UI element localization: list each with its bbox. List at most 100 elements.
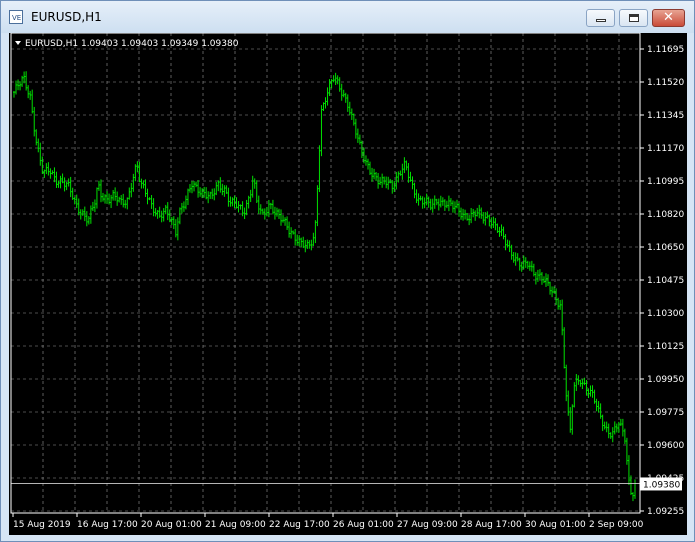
price-bar (623, 428, 626, 445)
price-bar (595, 398, 598, 412)
price-bar (146, 188, 149, 205)
price-bar (59, 175, 62, 189)
price-bar (551, 286, 554, 298)
price-bar (494, 218, 497, 231)
price-bar (490, 217, 493, 229)
price-bar (423, 197, 426, 209)
price-bar (114, 187, 117, 201)
price-bar (37, 138, 40, 153)
price-bar (128, 187, 131, 200)
price-bar (542, 276, 545, 284)
price-bar (120, 195, 123, 205)
price-bar (579, 379, 582, 387)
close-button[interactable]: ✕ (652, 9, 685, 27)
price-bar (555, 288, 558, 305)
minimize-icon (596, 19, 606, 22)
y-tick-label: 1.11520 (647, 78, 684, 88)
x-tick-label: 2 Sep 09:00 (589, 520, 644, 530)
price-bar (316, 185, 319, 227)
price-bar (591, 385, 594, 398)
price-bar (464, 209, 467, 220)
price-bar (148, 197, 151, 201)
price-bar (565, 364, 568, 402)
price-bar (559, 299, 562, 310)
price-bar (449, 198, 452, 207)
price-bar (57, 180, 60, 188)
price-bar (427, 196, 430, 208)
price-bar (91, 201, 94, 212)
price-bar (371, 167, 374, 182)
price-bar (615, 423, 618, 433)
price-bar (587, 388, 590, 399)
price-bar (277, 208, 280, 219)
chart-canvas[interactable]: EURUSD,H1 1.09403 1.09403 1.09349 1.0938… (9, 33, 687, 535)
price-bar (431, 198, 434, 213)
dropdown-triangle-icon[interactable] (15, 41, 21, 45)
minimize-button[interactable] (586, 9, 615, 27)
price-bar (429, 198, 432, 211)
price-bar (178, 207, 181, 225)
price-bar (182, 201, 185, 212)
price-bar (27, 85, 30, 99)
price-bar (229, 196, 232, 207)
price-bar (486, 211, 489, 219)
x-tick-label: 28 Aug 17:00 (461, 520, 522, 530)
price-bar (605, 421, 608, 433)
symbol-ohlc-label: EURUSD,H1 1.09403 1.09403 1.09349 1.0938… (25, 39, 239, 49)
y-tick-label: 1.10820 (647, 210, 684, 220)
price-bar (391, 179, 394, 194)
price-bar (112, 189, 115, 201)
price-bar (581, 378, 584, 390)
price-bar (563, 327, 566, 369)
price-bar (221, 183, 224, 196)
price-bar (502, 226, 505, 240)
price-bar (575, 374, 578, 391)
price-bar (203, 186, 206, 198)
y-tick-label: 1.09255 (647, 507, 684, 517)
price-bar (85, 211, 88, 227)
price-bar (364, 155, 367, 166)
price-bar (288, 221, 291, 238)
price-bar (514, 252, 517, 266)
y-tick-label: 1.10995 (647, 177, 684, 187)
price-bar (510, 244, 513, 260)
price-bar (186, 188, 189, 206)
price-bar (152, 198, 155, 217)
price-bar (21, 75, 24, 87)
price-bar (496, 223, 499, 233)
y-tick-label: 1.11170 (647, 144, 684, 154)
price-bar (500, 224, 503, 237)
price-bar (140, 178, 143, 189)
price-bar (168, 209, 171, 223)
price-bar (403, 157, 406, 174)
price-bar (413, 182, 416, 199)
current-price-tag: 1.09380 (640, 477, 682, 491)
price-bar (158, 206, 161, 218)
price-bar (61, 173, 64, 184)
price-bar (472, 208, 475, 218)
price-bar (95, 187, 98, 209)
price-bar (621, 418, 624, 437)
price-chart[interactable]: EURUSD,H1 1.09403 1.09403 1.09349 1.0938… (9, 33, 687, 535)
price-bar (375, 172, 378, 181)
maximize-button[interactable] (619, 9, 648, 27)
price-bar (447, 195, 450, 212)
title-bar[interactable]: VE EURUSD,H1 ✕ (1, 1, 694, 33)
price-bar (435, 198, 438, 206)
price-bar (373, 168, 376, 180)
price-bar (492, 216, 495, 228)
price-bar (253, 178, 256, 189)
price-bar (504, 234, 507, 251)
price-bar (15, 80, 18, 95)
price-bar (348, 101, 351, 116)
price-bar (269, 202, 272, 210)
price-bar (304, 240, 307, 253)
price-bar (597, 401, 600, 413)
price-bar (99, 179, 102, 203)
price-bar (480, 207, 483, 219)
price-bar (451, 200, 454, 213)
price-bar (286, 216, 289, 230)
price-bar (619, 418, 622, 427)
price-bar (63, 177, 66, 192)
y-tick-label: 1.11345 (647, 111, 684, 121)
